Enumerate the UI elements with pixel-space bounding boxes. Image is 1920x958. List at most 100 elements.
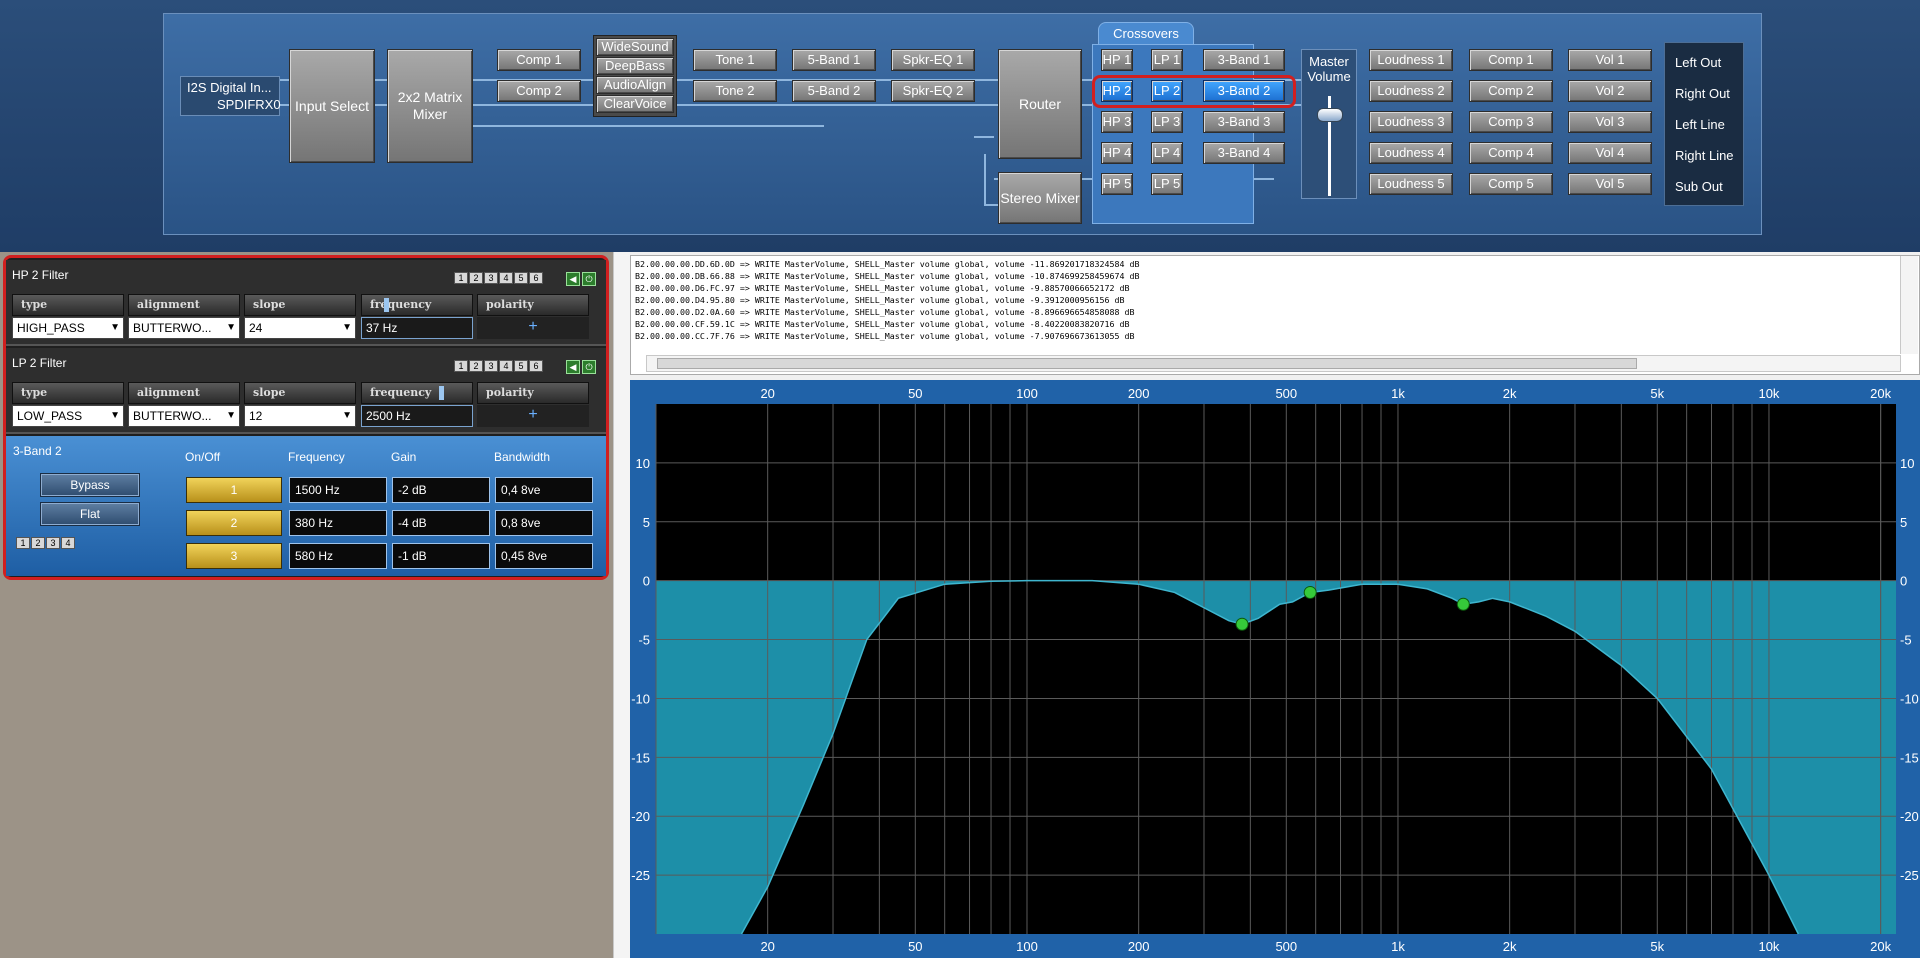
channel-button-1[interactable]: 1: [454, 360, 468, 372]
comp-out-4-block[interactable]: Comp 4: [1469, 142, 1553, 164]
hp-slope-select[interactable]: 24 ▼: [244, 317, 356, 339]
channel-button-3[interactable]: 3: [484, 360, 498, 372]
loudness-3-block[interactable]: Loudness 3: [1369, 111, 1453, 133]
band-1-onoff[interactable]: 1: [186, 477, 282, 503]
stereo-mixer-block[interactable]: Stereo Mixer: [998, 172, 1082, 224]
deepbass-block[interactable]: DeepBass: [596, 57, 674, 75]
hp-frequency-slider[interactable]: [384, 298, 389, 312]
power-icon[interactable]: ⏻: [582, 272, 596, 286]
band-3-gain[interactable]: -1 dB: [392, 543, 490, 569]
lp-slope-select[interactable]: 12 ▼: [244, 405, 356, 427]
lp-frequency-input[interactable]: 2500 Hz: [361, 405, 473, 427]
input-source[interactable]: I2S Digital In... SPDIFRX0: [180, 76, 281, 116]
loudness-4-block[interactable]: Loudness 4: [1369, 142, 1453, 164]
band-2-onoff[interactable]: 2: [186, 510, 282, 536]
hp-4-block[interactable]: HP 4: [1101, 142, 1133, 164]
3-band-4-block[interactable]: 3-Band 4: [1203, 142, 1285, 164]
lp-1-block[interactable]: LP 1: [1151, 49, 1183, 71]
comp-out-5-block[interactable]: Comp 5: [1469, 173, 1553, 195]
channel-button-5[interactable]: 5: [514, 272, 528, 284]
channel-button-2[interactable]: 2: [469, 272, 483, 284]
panel-scrollbar[interactable]: [613, 252, 630, 958]
matrix-mixer-block[interactable]: 2x2 Matrix Mixer: [387, 49, 473, 163]
comp-out-1-block[interactable]: Comp 1: [1469, 49, 1553, 71]
output-left-out[interactable]: Left Out: [1675, 55, 1721, 70]
vol-2-block[interactable]: Vol 2: [1568, 80, 1652, 102]
vol-3-block[interactable]: Vol 3: [1568, 111, 1652, 133]
volume-knob[interactable]: [1317, 108, 1343, 122]
lp-2-block[interactable]: LP 2: [1151, 80, 1183, 102]
band-2-frequency[interactable]: 380 Hz: [289, 510, 387, 536]
speaker-icon[interactable]: ◀: [566, 272, 580, 286]
5-band-1-block[interactable]: 5-Band 1: [792, 49, 876, 71]
output-sub-out[interactable]: Sub Out: [1675, 179, 1723, 194]
hp-3-block[interactable]: HP 3: [1101, 111, 1133, 133]
crossovers-tab[interactable]: Crossovers: [1098, 22, 1194, 46]
band-1-gain[interactable]: -2 dB: [392, 477, 490, 503]
channel-button-3[interactable]: 3: [484, 272, 498, 284]
channel-button-5[interactable]: 5: [514, 360, 528, 372]
channel-button-6[interactable]: 6: [529, 272, 543, 284]
frequency-response-graph[interactable]: 20 20 50 50 100 100 200 200 500 500 1k 1k 2k 2k 5k 5k 10…: [630, 380, 1920, 958]
log-horizontal-scrollbar[interactable]: [646, 355, 1901, 372]
5-band-2-block[interactable]: 5-Band 2: [792, 80, 876, 102]
spkr-eq-2-block[interactable]: Spkr-EQ 2: [891, 80, 975, 102]
comp-out-2-block[interactable]: Comp 2: [1469, 80, 1553, 102]
loudness-2-block[interactable]: Loudness 2: [1369, 80, 1453, 102]
band-3-frequency[interactable]: 580 Hz: [289, 543, 387, 569]
lp-4-block[interactable]: LP 4: [1151, 142, 1183, 164]
tone-1-block[interactable]: Tone 1: [693, 49, 777, 71]
output-right-out[interactable]: Right Out: [1675, 86, 1730, 101]
spkr-eq-1-block[interactable]: Spkr-EQ 1: [891, 49, 975, 71]
mini-button-3[interactable]: 3: [46, 537, 60, 549]
3-band-2-block[interactable]: 3-Band 2: [1203, 80, 1285, 102]
channel-button-2[interactable]: 2: [469, 360, 483, 372]
audioalign-block[interactable]: AudioAlign: [596, 76, 674, 94]
band-2-gain[interactable]: -4 dB: [392, 510, 490, 536]
mini-button-4[interactable]: 4: [61, 537, 75, 549]
band-1-frequency[interactable]: 1500 Hz: [289, 477, 387, 503]
vol-4-block[interactable]: Vol 4: [1568, 142, 1652, 164]
vol-1-block[interactable]: Vol 1: [1568, 49, 1652, 71]
mini-button-1[interactable]: 1: [16, 537, 30, 549]
output-left-line[interactable]: Left Line: [1675, 117, 1725, 132]
clearvoice-block[interactable]: ClearVoice: [596, 95, 674, 113]
hp-5-block[interactable]: HP 5: [1101, 173, 1133, 195]
channel-button-4[interactable]: 4: [499, 360, 513, 372]
comp-2-block[interactable]: Comp 2: [497, 80, 581, 102]
flat-button[interactable]: Flat: [40, 502, 140, 526]
scroll-thumb[interactable]: [657, 358, 1637, 369]
output-right-line[interactable]: Right Line: [1675, 148, 1734, 163]
lp-3-block[interactable]: LP 3: [1151, 111, 1183, 133]
hp-type-select[interactable]: HIGH_PASS ▼: [12, 317, 124, 339]
widesound-block[interactable]: WideSound: [596, 38, 674, 56]
input-select-block[interactable]: Input Select: [289, 49, 375, 163]
master-volume[interactable]: Master Volume: [1301, 49, 1357, 199]
lp-alignment-select[interactable]: BUTTERWO... ▼: [128, 405, 240, 427]
channel-button-6[interactable]: 6: [529, 360, 543, 372]
lp-frequency-slider[interactable]: [439, 386, 444, 400]
bypass-button[interactable]: Bypass: [40, 473, 140, 497]
band-3-bandwidth[interactable]: 0,45 8ve: [495, 543, 593, 569]
mini-button-2[interactable]: 2: [31, 537, 45, 549]
hp-2-block[interactable]: HP 2: [1101, 80, 1133, 102]
hp-frequency-input[interactable]: 37 Hz: [361, 317, 473, 339]
tone-2-block[interactable]: Tone 2: [693, 80, 777, 102]
hp-polarity-toggle[interactable]: +: [477, 317, 589, 339]
comp-1-block[interactable]: Comp 1: [497, 49, 581, 71]
hp-1-block[interactable]: HP 1: [1101, 49, 1133, 71]
lp-polarity-toggle[interactable]: +: [477, 405, 589, 427]
lp-type-select[interactable]: LOW_PASS ▼: [12, 405, 124, 427]
band-3-onoff[interactable]: 3: [186, 543, 282, 569]
loudness-5-block[interactable]: Loudness 5: [1369, 173, 1453, 195]
3-band-3-block[interactable]: 3-Band 3: [1203, 111, 1285, 133]
speaker-icon[interactable]: ◀: [566, 360, 580, 374]
vol-5-block[interactable]: Vol 5: [1568, 173, 1652, 195]
lp-5-block[interactable]: LP 5: [1151, 173, 1183, 195]
band-1-bandwidth[interactable]: 0,4 8ve: [495, 477, 593, 503]
router-block[interactable]: Router: [998, 49, 1082, 159]
channel-button-1[interactable]: 1: [454, 272, 468, 284]
loudness-1-block[interactable]: Loudness 1: [1369, 49, 1453, 71]
channel-button-4[interactable]: 4: [499, 272, 513, 284]
hp-alignment-select[interactable]: BUTTERWO... ▼: [128, 317, 240, 339]
